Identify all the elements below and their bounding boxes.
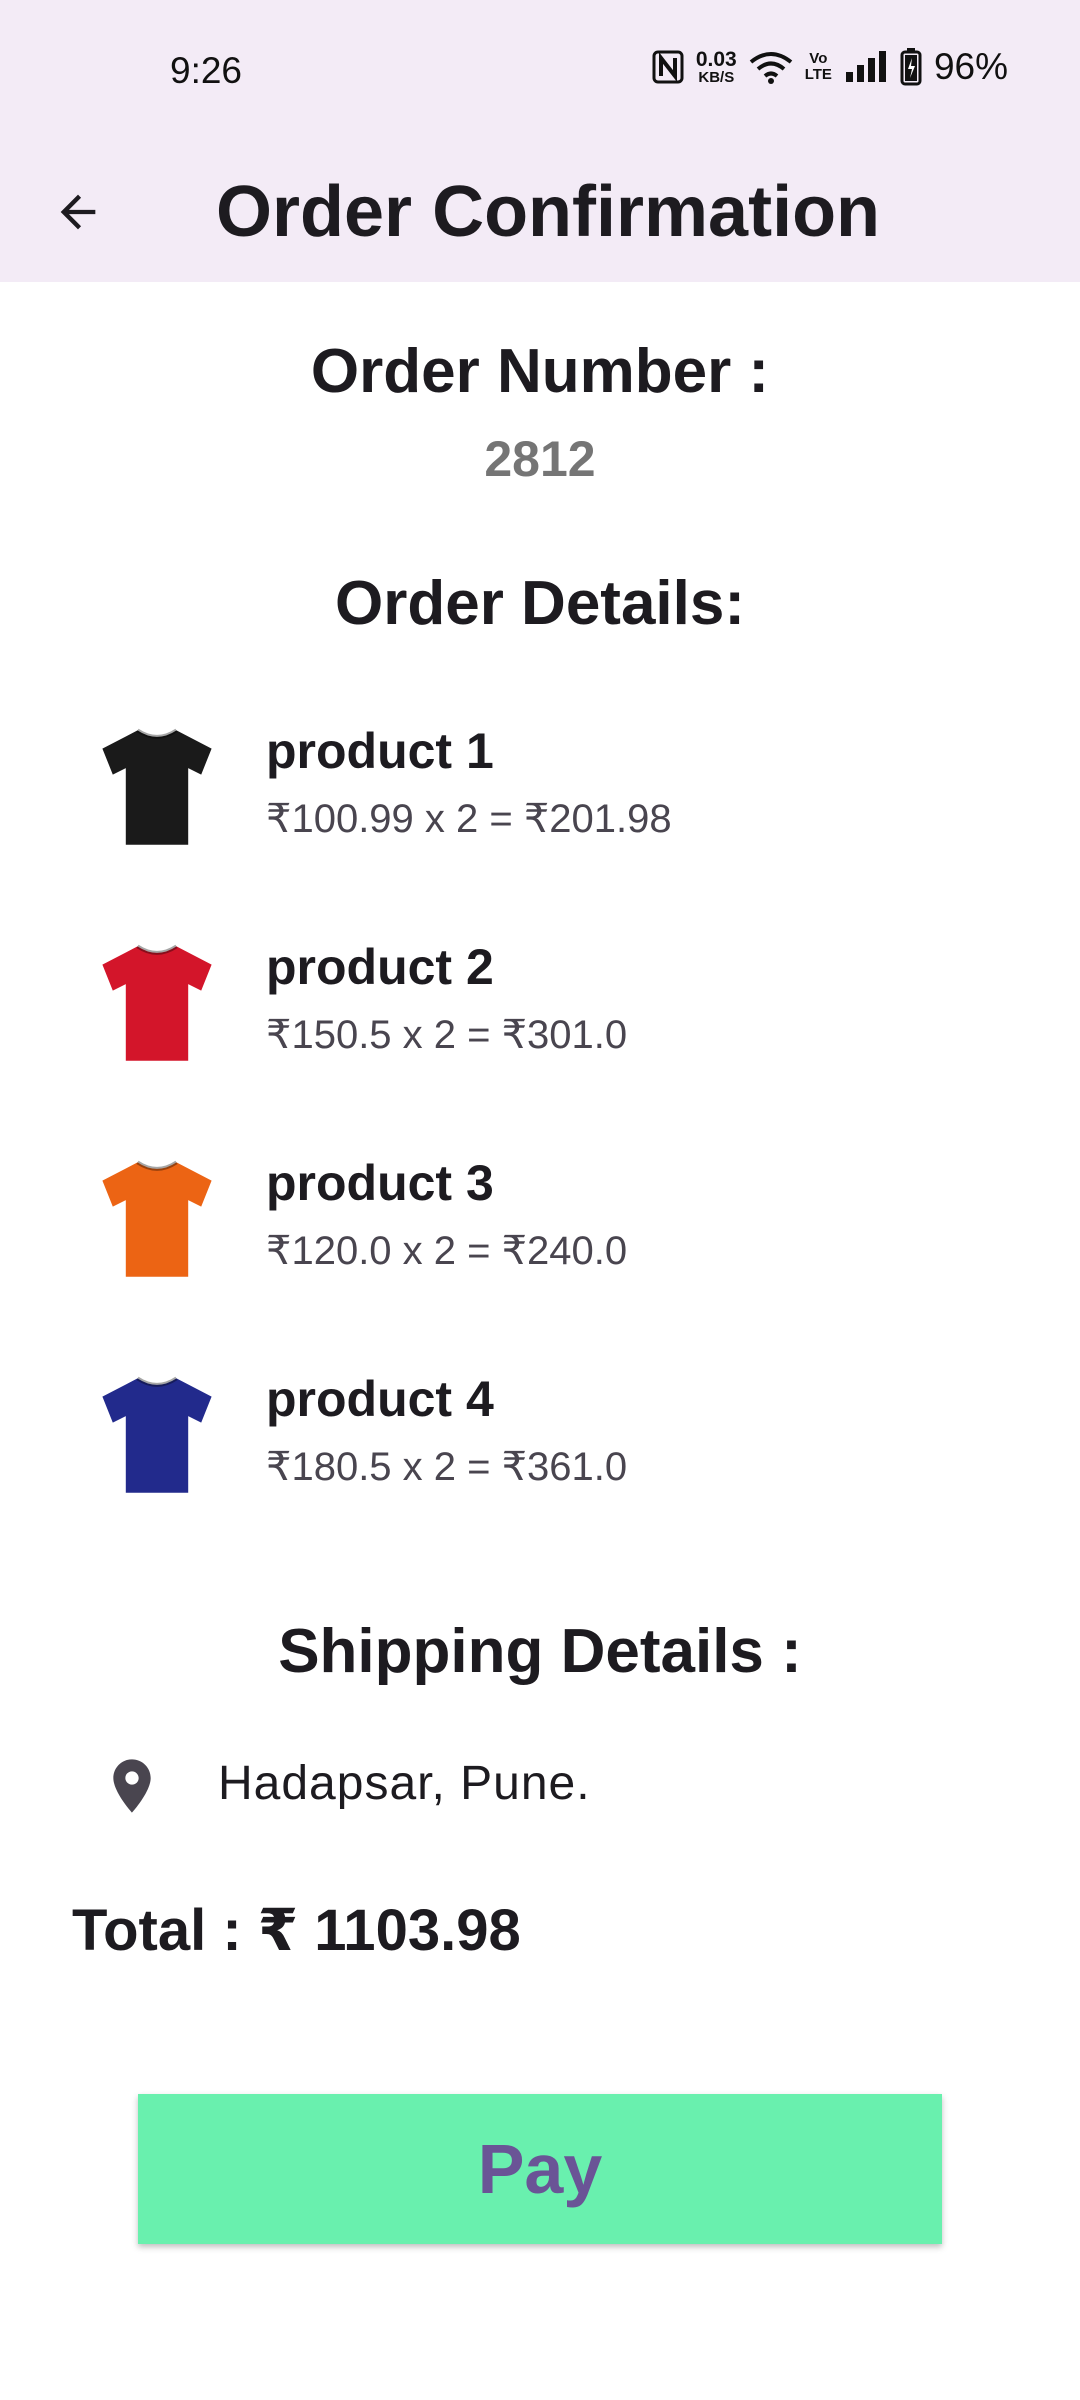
status-icons: 0.03 KB/S Vo LTE 96% [652, 46, 1008, 88]
arrow-back-icon [60, 194, 96, 230]
product-price: ₹180.5 x 2 = ₹361.0 [266, 1445, 628, 1489]
status-time: 9:26 [170, 50, 243, 91]
order-number-label: Order Number : [310, 337, 770, 406]
tshirt-icon [92, 1368, 222, 1498]
product-price: ₹150.5 x 2 = ₹301.0 [266, 1013, 628, 1057]
volte-indicator: Vo LTE [805, 51, 832, 83]
tshirt-icon [92, 720, 222, 850]
product-price: ₹120.0 x 2 = ₹240.0 [266, 1229, 628, 1273]
product-price: ₹100.99 x 2 = ₹201.98 [266, 797, 672, 841]
battery-icon [900, 48, 922, 86]
status-bar: 9:26 0.03 KB/S Vo LTE 96% [0, 0, 1080, 140]
volte-top: Vo [809, 50, 828, 68]
battery-percentage: 96% [933, 46, 1008, 87]
product-name: product 2 [266, 939, 494, 995]
tshirt-icon [92, 1152, 222, 1282]
location-pin-icon [100, 1754, 164, 1818]
network-speed: 0.03 KB/S [696, 49, 737, 85]
order-number-value: 2812 [484, 431, 596, 487]
product-row: product 4 ₹180.5 x 2 = ₹361.0 [0, 1348, 1080, 1538]
product-name: product 4 [266, 1371, 494, 1427]
page-title: Order Confirmation [216, 172, 881, 252]
pay-button[interactable]: Pay [138, 2094, 942, 2244]
shipping-address-row: Hadapsar, Pune. [0, 1746, 1080, 1826]
product-name: product 1 [266, 723, 494, 779]
product-row: product 3 ₹120.0 x 2 = ₹240.0 [0, 1132, 1080, 1322]
product-row: product 2 ₹150.5 x 2 = ₹301.0 [0, 916, 1080, 1106]
network-speed-unit: KB/S [698, 69, 735, 86]
back-button[interactable] [42, 176, 114, 248]
product-row: product 1 ₹100.99 x 2 = ₹201.98 [0, 700, 1080, 890]
shipping-details-heading: Shipping Details : [278, 1617, 802, 1686]
signal-icon [844, 50, 888, 84]
order-details-heading: Order Details: [334, 569, 746, 638]
nfc-icon [652, 50, 684, 84]
tshirt-icon [92, 936, 222, 1066]
shipping-address: Hadapsar, Pune. [218, 1757, 591, 1810]
order-total: Total : ₹ 1103.98 [72, 1898, 521, 1963]
product-name: product 3 [266, 1155, 494, 1211]
volte-bottom: LTE [804, 66, 832, 83]
wifi-icon [749, 50, 793, 84]
app-bar: Order Confirmation [0, 140, 1080, 282]
network-speed-value: 0.03 [695, 48, 737, 71]
